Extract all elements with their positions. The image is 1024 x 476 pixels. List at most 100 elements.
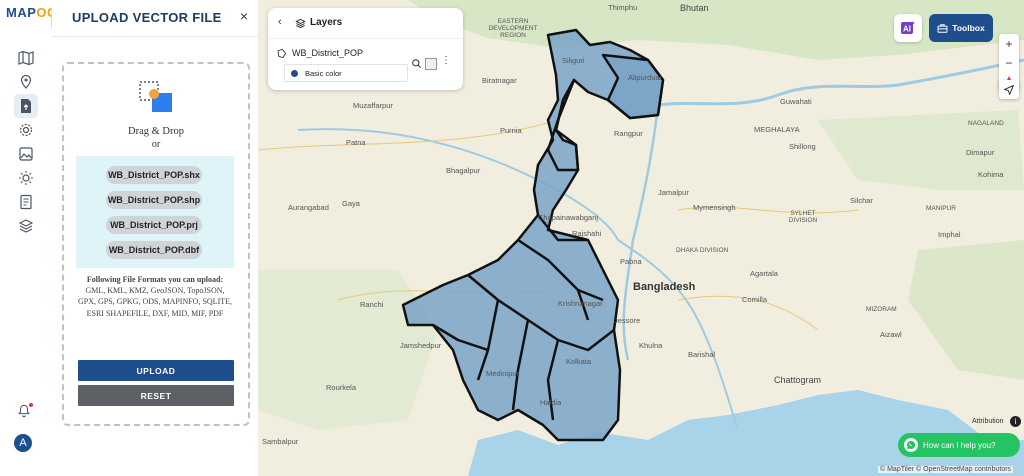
map-label: Chapainawabganj	[538, 213, 599, 222]
file-chip[interactable]: WB_District_POP.shp	[106, 191, 202, 209]
layers-panel: ‹ Layers WB_District_POP ⋮ Basic color	[268, 8, 463, 90]
map-label: Khulna	[639, 341, 663, 350]
map-label: Bangladesh	[633, 281, 696, 293]
file-chip[interactable]: WB_District_POP.shx	[106, 166, 202, 184]
map-label: Muzaffarpur	[353, 101, 393, 110]
map-label: Jessore	[614, 316, 641, 325]
file-dropzone[interactable]: Drag & Drop or WB_District_POP.shx WB_Di…	[62, 62, 250, 426]
toolbox-label: Toolbox	[952, 23, 985, 33]
reset-button[interactable]: RESET	[78, 385, 234, 406]
zoom-out-button[interactable]: −	[999, 53, 1019, 72]
map-label: Jamshedpur	[400, 341, 442, 350]
file-chip[interactable]: WB_District_POP.prj	[106, 216, 202, 234]
panel-divider	[52, 36, 258, 37]
close-panel-button[interactable]: ×	[240, 8, 248, 24]
location-pin-icon[interactable]	[14, 70, 38, 94]
layers-icon	[295, 18, 306, 29]
selected-files-list: WB_District_POP.shx WB_District_POP.shp …	[76, 156, 234, 268]
formats-list: GML, KML, KMZ, GeoJSON, TopoJSON, GPX, G…	[77, 286, 233, 318]
map-label: Kolkata	[566, 357, 592, 366]
upload-file-icon[interactable]	[14, 94, 38, 118]
formats-heading: Following File Formats you can upload:	[86, 275, 224, 284]
notification-dot	[29, 403, 33, 407]
map-label: Dimapur	[966, 148, 995, 157]
zoom-in-button[interactable]: +	[999, 34, 1019, 53]
map-label: Alipurduar	[628, 73, 663, 82]
map-label: Krishnanagar	[558, 299, 603, 308]
map-label: DHAKA DIVISION	[676, 247, 729, 254]
map-label: Gaya	[342, 199, 360, 208]
map-label: Pabna	[620, 257, 642, 266]
settings-icon[interactable]	[14, 118, 38, 142]
sun-icon[interactable]	[14, 166, 38, 190]
avatar[interactable]: A	[14, 434, 32, 452]
map-label: Haldia	[540, 398, 562, 407]
map-label: MEGHALAYA	[754, 125, 800, 134]
svg-text:AI: AI	[903, 25, 911, 34]
map-label: Thimphu	[608, 3, 638, 12]
more-options-icon[interactable]: ⋮	[441, 55, 451, 66]
style-label: Basic color	[305, 68, 342, 78]
map-label: Patna	[346, 138, 366, 147]
back-arrow-icon[interactable]: ‹	[278, 16, 282, 28]
polygon-icon	[277, 48, 287, 59]
map-label: Silchar	[850, 196, 873, 205]
upload-shapes-icon	[139, 81, 172, 112]
map-label: Aurangabad	[288, 203, 329, 212]
icon-rail: MAPOG A	[0, 0, 57, 476]
map-label: Rangpur	[614, 129, 643, 138]
map-label: Sambalpur	[262, 437, 299, 446]
layer-name[interactable]: WB_District_POP	[292, 48, 363, 58]
map-label: Barishal	[688, 350, 716, 359]
zoom-to-layer-icon[interactable]	[411, 58, 422, 69]
map-label: NAGALAND	[968, 120, 1004, 127]
or-label: or	[151, 139, 161, 150]
chat-help-button[interactable]: How can I help you?	[898, 433, 1020, 457]
info-icon[interactable]: i	[1010, 416, 1021, 427]
map-label: Aizawl	[880, 330, 902, 339]
upload-button[interactable]: UPLOAD	[78, 360, 234, 381]
map-label: Medinipur	[486, 369, 519, 378]
mapog-logo[interactable]: MAPOG	[6, 5, 58, 20]
map-label: Jamalpur	[658, 188, 689, 197]
upload-panel: UPLOAD VECTOR FILE × Drag & Drop or WB_D…	[52, 0, 259, 476]
map-label: Rajshahi	[572, 229, 602, 238]
geolocate-icon[interactable]	[999, 80, 1019, 99]
layers-icon[interactable]	[14, 214, 38, 238]
report-icon[interactable]	[14, 190, 38, 214]
geolocate-control	[999, 80, 1019, 99]
whatsapp-icon	[904, 438, 918, 452]
layers-divider	[268, 38, 463, 39]
map-label: MANIPUR	[926, 205, 956, 212]
map-label: Comilla	[742, 295, 768, 304]
map-label: MIZORAM	[866, 306, 897, 313]
ai-sparkle-icon: AI	[901, 21, 915, 34]
layer-style-row[interactable]: Basic color	[284, 64, 408, 82]
map-credits[interactable]: © MapTiler © OpenStreetMap contributors	[878, 466, 1014, 473]
map-label: Biratnagar	[482, 76, 517, 85]
map-label: Rourkela	[326, 383, 357, 392]
map-label: Chattogram	[774, 375, 822, 385]
map-label: Agartala	[750, 269, 778, 278]
supported-formats: Following File Formats you can upload: G…	[76, 274, 234, 319]
layer-thumbnail-icon[interactable]	[425, 58, 437, 70]
map-label: Mymensingh	[693, 203, 736, 212]
chat-help-label: How can I help you?	[923, 440, 996, 450]
bell-icon[interactable]	[17, 403, 33, 423]
image-icon[interactable]	[14, 142, 38, 166]
map-label: Purnia	[500, 126, 522, 135]
map-label: EASTERN DEVELOPMENT REGION	[488, 18, 538, 39]
color-swatch	[291, 69, 298, 77]
map-label: SYLHET DIVISION	[788, 210, 818, 224]
map-label: Bhagalpur	[446, 166, 481, 175]
briefcase-icon	[937, 23, 948, 33]
drag-drop-label: Drag & Drop	[128, 126, 184, 137]
toolbox-button[interactable]: Toolbox	[929, 14, 993, 42]
ai-assistant-button[interactable]: AI	[894, 14, 922, 42]
map-label: Shillong	[789, 142, 816, 151]
attribution-link[interactable]: Attribution	[972, 418, 1004, 425]
file-chip[interactable]: WB_District_POP.dbf	[106, 241, 202, 259]
map-icon[interactable]	[14, 46, 38, 70]
map-label: Siliguri	[562, 56, 585, 65]
map-label: Bhutan	[680, 3, 709, 13]
